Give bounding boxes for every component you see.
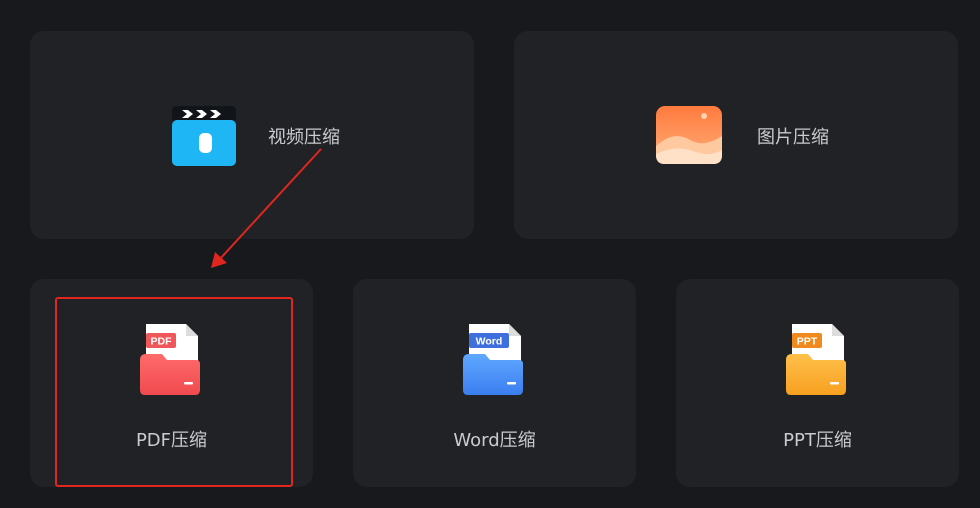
pdf-compress-label: PDF压缩 [135, 430, 208, 451]
ppt-badge-text: PPT [797, 336, 818, 348]
ppt-compress-card[interactable]: PPT PPT压缩 [676, 279, 959, 487]
pdf-badge-text: PDF [151, 336, 173, 348]
ppt-compress-label: PPT压缩 [783, 430, 852, 451]
video-compress-card[interactable]: 视频压缩 [30, 31, 474, 239]
word-badge-text: Word [476, 336, 503, 348]
word-file-icon: Word [463, 324, 523, 395]
image-icon [656, 106, 722, 164]
ppt-file-icon: PPT [786, 324, 846, 395]
pdf-compress-card[interactable]: PDF PDF压缩 [30, 279, 313, 487]
video-clapper-icon [172, 106, 236, 166]
image-compress-card[interactable]: 图片压缩 [514, 31, 958, 239]
word-compress-label: Word压缩 [453, 430, 536, 451]
word-compress-card[interactable]: Word Word压缩 [353, 279, 636, 487]
video-compress-label: 视频压缩 [268, 127, 340, 148]
image-compress-label: 图片压缩 [757, 127, 829, 148]
pdf-file-icon: PDF [140, 324, 200, 395]
